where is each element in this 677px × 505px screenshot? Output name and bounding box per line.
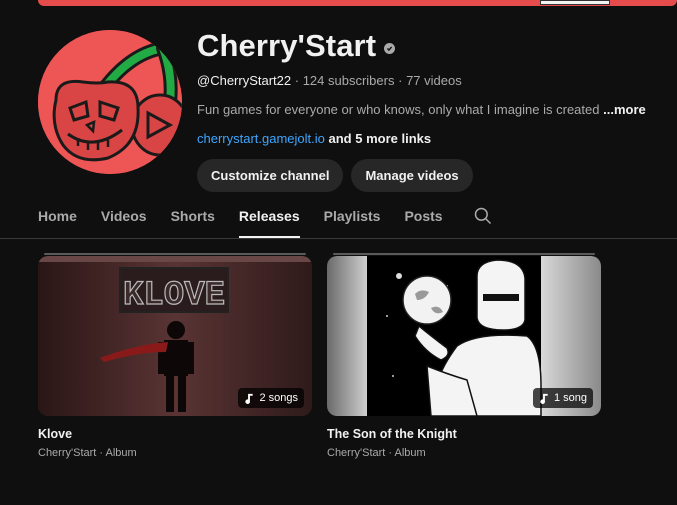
tab-releases[interactable]: Releases — [238, 196, 300, 238]
customize-channel-button[interactable]: Customize channel — [197, 159, 344, 192]
description-more-button[interactable]: ...more — [603, 102, 646, 117]
verified-icon — [384, 42, 396, 54]
song-count-badge: 1 song — [532, 388, 593, 408]
tab-videos[interactable]: Videos — [101, 196, 147, 238]
more-links-button[interactable]: and 5 more links — [329, 131, 432, 146]
channel-actions: Customize channel Manage videos — [197, 159, 657, 192]
channel-handle: @CherryStart22 — [197, 73, 292, 88]
meta-separator: · — [398, 73, 407, 88]
release-thumbnail[interactable]: 1 song — [327, 256, 601, 416]
channel-meta: @CherryStart22 · 124 subscribers · 77 vi… — [197, 73, 657, 88]
channel-links: cherrystart.gamejolt.io and 5 more links — [197, 131, 657, 146]
channel-link[interactable]: cherrystart.gamejolt.io — [197, 131, 325, 146]
song-count: 1 song — [553, 392, 587, 404]
music-note-icon — [245, 393, 254, 404]
manage-videos-button[interactable]: Manage videos — [351, 159, 473, 192]
release-subtitle: Cherry'Start · Album — [327, 447, 426, 459]
banner-art — [540, 0, 610, 5]
tab-shorts[interactable]: Shorts — [171, 196, 215, 238]
tab-posts[interactable]: Posts — [404, 196, 442, 238]
tab-home[interactable]: Home — [38, 196, 77, 238]
release-title[interactable]: Klove — [38, 427, 312, 441]
music-note-icon — [540, 393, 548, 404]
release-title[interactable]: The Son of the Knight — [327, 427, 601, 441]
release-card[interactable]: KLOVE 2 songs Klove Cherry'Start · Album — [38, 253, 312, 459]
subscriber-count: 124 subscribers — [302, 73, 395, 88]
search-icon[interactable] — [473, 196, 493, 238]
album-stack-edge — [44, 253, 306, 255]
meta-separator: · — [294, 73, 303, 88]
release-thumbnail[interactable]: KLOVE 2 songs — [38, 256, 312, 416]
album-stack-edge — [333, 253, 595, 255]
song-count: 2 songs — [259, 392, 298, 404]
tabs-divider — [0, 238, 677, 239]
video-count: 77 videos — [406, 73, 462, 88]
description-text: Fun games for everyone or who knows, onl… — [197, 102, 600, 117]
thumb-klove-text: KLOVE — [123, 277, 225, 315]
release-card[interactable]: 1 song The Son of the Knight Cherry'Star… — [327, 253, 601, 459]
release-subtitle: Cherry'Start · Album — [38, 447, 137, 459]
channel-tabs: Home Videos Shorts Releases Playlists Po… — [38, 196, 517, 238]
channel-header: Cherry'Start @CherryStart22 · 124 subscr… — [38, 28, 658, 192]
channel-description[interactable]: Fun games for everyone or who knows, onl… — [197, 102, 657, 117]
tab-playlists[interactable]: Playlists — [324, 196, 381, 238]
channel-name: Cherry'Start — [197, 28, 377, 63]
channel-info: Cherry'Start @CherryStart22 · 124 subscr… — [197, 28, 657, 192]
avatar[interactable] — [38, 30, 182, 174]
song-count-badge: 2 songs — [238, 388, 304, 408]
